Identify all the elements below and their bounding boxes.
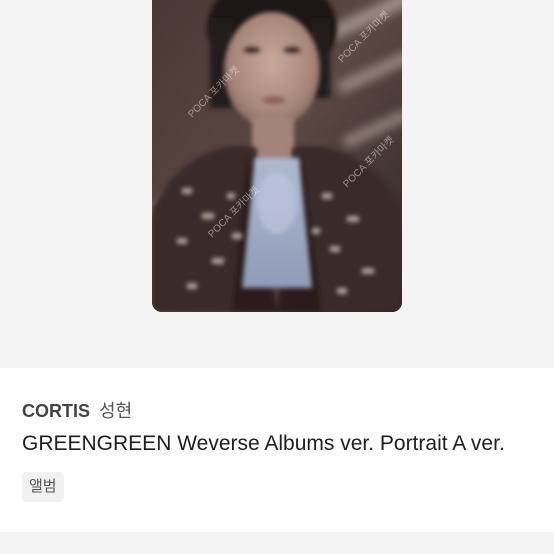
artist-name[interactable]: CORTIS bbox=[22, 401, 90, 421]
member-name[interactable]: 성현 bbox=[99, 401, 132, 421]
photocard-image[interactable]: POCA 포카마켓 POCA 포카마켓 POCA 포카마켓 POCA 포카마켓 bbox=[152, 0, 402, 312]
photocard-illustration: POCA 포카마켓 POCA 포카마켓 POCA 포카마켓 POCA 포카마켓 bbox=[152, 0, 402, 312]
product-title: GREENGREEN Weverse Albums ver. Portrait … bbox=[22, 432, 505, 455]
section-divider bbox=[0, 532, 554, 554]
product-detail-page: POCA 포카마켓 POCA 포카마켓 POCA 포카마켓 POCA 포카마켓 … bbox=[0, 0, 554, 554]
product-image-area: POCA 포카마켓 POCA 포카마켓 POCA 포카마켓 POCA 포카마켓 bbox=[0, 0, 554, 368]
product-info: CORTIS 성현 GREENGREEN Weverse Albums ver.… bbox=[0, 368, 554, 554]
artist-line: CORTIS 성현 bbox=[22, 400, 132, 422]
category-tag[interactable]: 앨범 bbox=[22, 472, 64, 502]
